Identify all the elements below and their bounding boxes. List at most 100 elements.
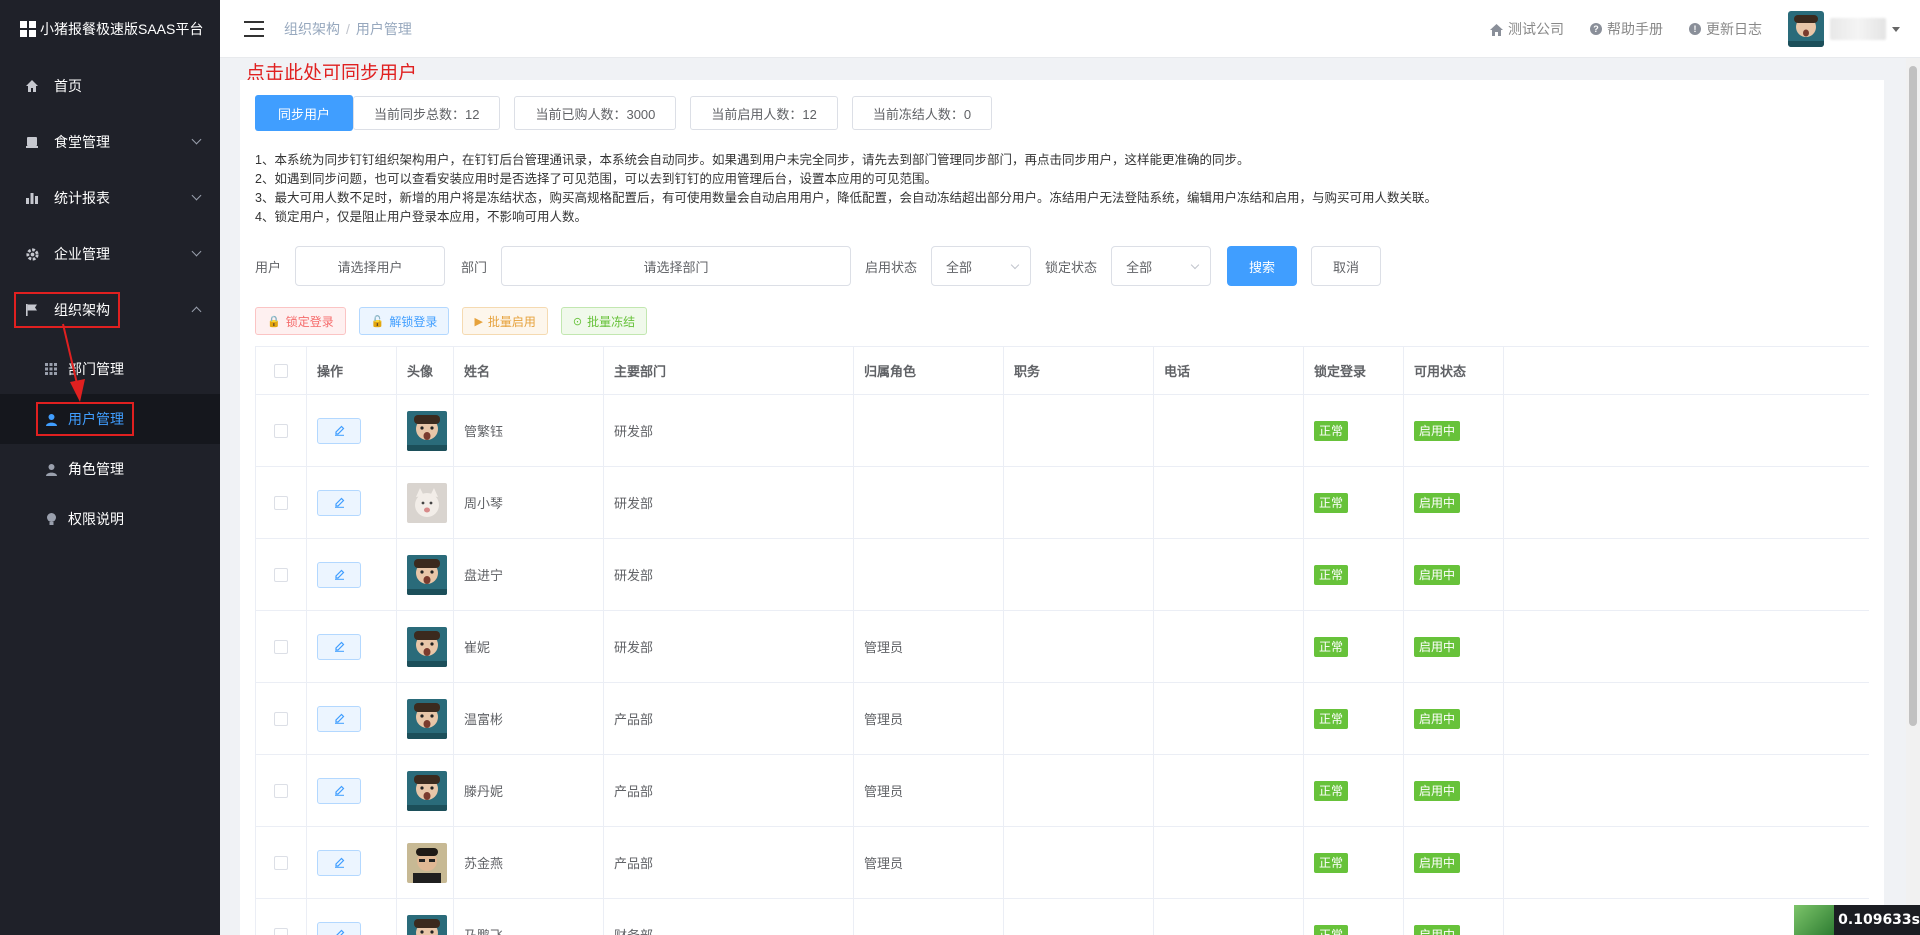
home-icon xyxy=(24,78,40,94)
company-link[interactable]: 测试公司 xyxy=(1490,19,1564,39)
table-row[interactable]: 滕丹妮 产品部 管理员 正常 启用中 xyxy=(256,755,1869,827)
status-badge: 正常 xyxy=(1314,780,1349,801)
enable-status-select[interactable]: 全部 xyxy=(931,246,1032,286)
unlock-login-button[interactable]: 🔓 解锁登录 xyxy=(358,307,450,335)
edit-icon xyxy=(334,857,344,868)
table-row[interactable]: 乃鹏飞财务部正常 启用中 xyxy=(256,899,1869,935)
row-checkbox[interactable] xyxy=(274,711,288,726)
avatar[interactable] xyxy=(1788,11,1824,47)
row-actions-cell xyxy=(307,539,397,610)
role-cell xyxy=(854,899,1004,935)
row-actions-cell xyxy=(307,827,397,898)
table-body: 管繁钰 研发部 正常 启用中 周小琴 研发部 正常 启用中 盘进宁 研发部 正常 启用中 崔妮 研发部 管理… xyxy=(256,395,1869,935)
sidebar-item-label: 角色管理 xyxy=(68,461,124,477)
edit-button[interactable] xyxy=(317,777,361,804)
row-checkbox[interactable] xyxy=(274,783,288,798)
dept-select[interactable]: 请选择部门 xyxy=(501,246,852,286)
unlock-icon: 🔓 xyxy=(370,315,385,328)
column-header: 锁定登录 xyxy=(1304,347,1404,394)
sidebar-item-canteen[interactable]: 食堂管理 xyxy=(0,114,220,170)
status-badge: 启用中 xyxy=(1414,924,1461,935)
row-checkbox[interactable] xyxy=(274,927,288,935)
table-row[interactable]: 周小琴 研发部 正常 启用中 xyxy=(256,467,1869,539)
user-name-cell: 温富彬 xyxy=(454,683,604,754)
lock-status-select[interactable]: 全部 xyxy=(1111,246,1212,286)
row-filler xyxy=(1504,827,1869,898)
sidebar-item-reports[interactable]: 统计报表 xyxy=(0,170,220,226)
caret-down-icon[interactable] xyxy=(1892,26,1900,32)
stat-frozen: 当前冻结人数：0 xyxy=(851,96,993,130)
cancel-button[interactable]: 取消 xyxy=(1311,246,1382,286)
role-cell xyxy=(854,395,1004,466)
column-header: 姓名 xyxy=(454,347,604,394)
status-badge: 启用中 xyxy=(1414,780,1461,801)
help-link[interactable]: ? 帮助手册 xyxy=(1590,19,1663,39)
sidebar-item-departments[interactable]: 部门管理 xyxy=(0,344,220,394)
phone-cell xyxy=(1154,539,1304,610)
sidebar-item-org[interactable]: 组织架构 xyxy=(0,282,220,338)
department-cell: 研发部 xyxy=(604,467,854,538)
edit-button[interactable] xyxy=(317,633,361,660)
chevron-down-icon xyxy=(191,190,202,201)
home-icon xyxy=(1490,23,1503,36)
phone-cell xyxy=(1154,395,1304,466)
changelog-link[interactable]: ! 更新日志 xyxy=(1689,19,1762,39)
top-header: 组织架构 / 用户管理 测试公司 ? 帮助手册 ! 更新日志 xyxy=(220,0,1920,58)
phone-cell xyxy=(1154,899,1304,935)
row-avatar-cell xyxy=(397,539,454,610)
usable-status-cell: 启用中 xyxy=(1404,395,1504,466)
row-checkbox[interactable] xyxy=(274,639,288,654)
edit-button[interactable] xyxy=(317,921,361,935)
department-cell: 产品部 xyxy=(604,827,854,898)
timer-value: 0.109633s xyxy=(1838,912,1920,928)
scrollbar-thumb[interactable] xyxy=(1909,66,1917,726)
edit-button[interactable] xyxy=(317,705,361,732)
table-row[interactable]: 温富彬 产品部 管理员 正常 启用中 xyxy=(256,683,1869,755)
stat-purchased: 当前已购人数：3000 xyxy=(514,96,677,130)
user-filter-label: 用户 xyxy=(255,259,282,275)
info-icon: ! xyxy=(1689,23,1701,35)
edit-button[interactable] xyxy=(317,561,361,588)
enable-filter-label: 启用状态 xyxy=(865,259,918,275)
table-row[interactable]: 苏金燕 产品部 管理员 正常 启用中 xyxy=(256,827,1869,899)
column-header: 职务 xyxy=(1004,347,1154,394)
sync-users-button[interactable]: 同步用户 xyxy=(255,95,353,131)
avatar xyxy=(407,698,447,739)
row-avatar-cell xyxy=(397,827,454,898)
sidebar-item-roles[interactable]: 角色管理 xyxy=(0,444,220,494)
row-checkbox[interactable] xyxy=(274,495,288,510)
lock-login-button[interactable]: 🔒 锁定登录 xyxy=(255,307,346,335)
edit-button[interactable] xyxy=(317,489,361,516)
user-name-blurred[interactable] xyxy=(1830,18,1886,40)
page-scrollbar[interactable] xyxy=(1906,58,1920,935)
breadcrumb-item[interactable]: 组织架构 xyxy=(284,21,340,37)
user-select[interactable]: 请选择用户 xyxy=(295,246,446,286)
table-row[interactable]: 盘进宁 研发部 正常 启用中 xyxy=(256,539,1869,611)
row-checkbox[interactable] xyxy=(274,855,288,870)
sidebar-item-users[interactable]: 用户管理 xyxy=(0,394,220,444)
table-row[interactable]: 崔妮 研发部 管理员 正常 启用中 xyxy=(256,611,1869,683)
select-all-checkbox[interactable] xyxy=(274,363,288,378)
role-cell: 管理员 xyxy=(854,755,1004,826)
batch-freeze-button[interactable]: ⊙ 批量冻结 xyxy=(560,307,648,335)
sidebar-item-permissions[interactable]: 权限说明 xyxy=(0,494,220,544)
question-icon: ? xyxy=(1590,23,1602,35)
row-select-cell xyxy=(256,755,307,826)
search-button[interactable]: 搜索 xyxy=(1227,246,1298,286)
row-checkbox[interactable] xyxy=(274,423,288,438)
status-badge: 启用中 xyxy=(1414,852,1461,873)
menu-toggle-icon[interactable] xyxy=(244,20,264,37)
app-brand[interactable]: 小猪报餐极速版SAAS平台 xyxy=(0,0,220,58)
row-avatar-cell xyxy=(397,395,454,466)
batch-enable-button[interactable]: ▶ 批量启用 xyxy=(462,307,548,335)
edit-button[interactable] xyxy=(317,849,361,876)
row-checkbox[interactable] xyxy=(274,567,288,582)
table-row[interactable]: 管繁钰 研发部 正常 启用中 xyxy=(256,395,1869,467)
position-cell xyxy=(1004,611,1154,682)
edit-button[interactable] xyxy=(317,417,361,444)
lock-status-cell: 正常 xyxy=(1304,827,1404,898)
sidebar-item-home[interactable]: 首页 xyxy=(0,58,220,114)
avatar xyxy=(407,554,447,595)
changelog-label: 更新日志 xyxy=(1706,21,1762,37)
sidebar-item-enterprise[interactable]: 企业管理 xyxy=(0,226,220,282)
